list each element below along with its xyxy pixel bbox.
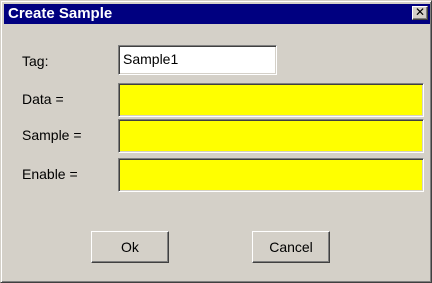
sample-input[interactable] xyxy=(118,119,424,153)
ok-button[interactable]: Ok xyxy=(91,231,169,263)
enable-input[interactable] xyxy=(118,158,424,192)
cancel-button[interactable]: Cancel xyxy=(252,231,330,263)
sample-label: Sample = xyxy=(22,127,82,143)
ok-button-label: Ok xyxy=(121,239,139,255)
dialog-title: Create Sample xyxy=(8,5,113,22)
create-sample-dialog: Create Sample ✕ Tag: Sample1 Data = Samp… xyxy=(0,0,432,283)
data-input[interactable] xyxy=(118,83,424,117)
cancel-button-label: Cancel xyxy=(269,239,313,255)
data-label: Data = xyxy=(22,91,64,107)
title-bar[interactable]: Create Sample ✕ xyxy=(4,4,430,24)
close-button[interactable]: ✕ xyxy=(412,6,428,20)
tag-input[interactable]: Sample1 xyxy=(118,45,277,75)
enable-label: Enable = xyxy=(22,166,78,182)
close-icon: ✕ xyxy=(414,5,426,19)
tag-label: Tag: xyxy=(22,53,49,69)
